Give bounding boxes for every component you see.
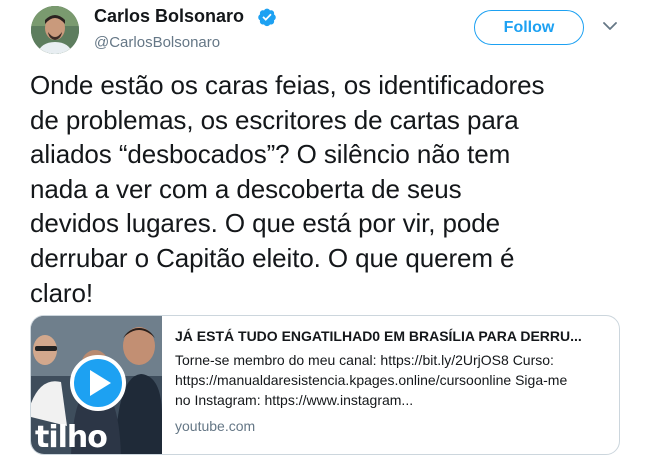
tweet-text-line: Onde estão os caras feias, os identifica…	[30, 70, 545, 100]
card-body[interactable]: JÁ ESTÁ TUDO ENGATILHAD0 EM BRASÍLIA PAR…	[175, 324, 615, 434]
tweet-text-line: devidos lugares. O que está por vir, pod…	[30, 208, 500, 239]
tweet-text-line: derrubar o Capitão eleito. O que querem …	[30, 242, 515, 273]
tweet-text-line: nada a ver com a descoberta de seus	[30, 173, 462, 204]
avatar[interactable]	[31, 6, 79, 54]
tweet-text-line: claro!	[30, 277, 93, 308]
verified-badge-icon	[258, 8, 276, 27]
card-description-line: Torne-se membro do meu canal: https://bi…	[175, 352, 554, 368]
author-name[interactable]: Carlos Bolsonaro	[94, 6, 244, 27]
card-title[interactable]: JÁ ESTÁ TUDO ENGATILHAD0 EM BRASÍLIA PAR…	[175, 328, 615, 344]
tweet-text: Onde estão os caras feias, os identifica…	[30, 68, 645, 310]
follow-button[interactable]: Follow	[474, 10, 584, 45]
card-description: Torne-se membro do meu canal: https://bi…	[175, 350, 615, 410]
tweet-text-line: aliados “desbocados”? O silêncio não tem	[30, 139, 511, 170]
thumbnail-caption: tilho	[35, 420, 108, 455]
video-thumbnail[interactable]: tilho	[31, 316, 162, 455]
card-domain: youtube.com	[175, 418, 256, 434]
author-handle[interactable]: @CarlosBolsonaro	[94, 34, 220, 51]
tweet-text-line: de problemas, os escritores de cartas pa…	[30, 104, 519, 135]
chevron-down-icon[interactable]	[603, 21, 617, 31]
card-description-line: no Instagram: https://www.instagram...	[175, 392, 414, 408]
link-preview-card[interactable]: tilho JÁ ESTÁ TUDO ENGATILHAD0 EM BRASÍL…	[30, 315, 620, 455]
card-description-line: https://manualdaresistencia.kpages.onlin…	[175, 372, 568, 388]
avatar-image	[31, 6, 79, 54]
